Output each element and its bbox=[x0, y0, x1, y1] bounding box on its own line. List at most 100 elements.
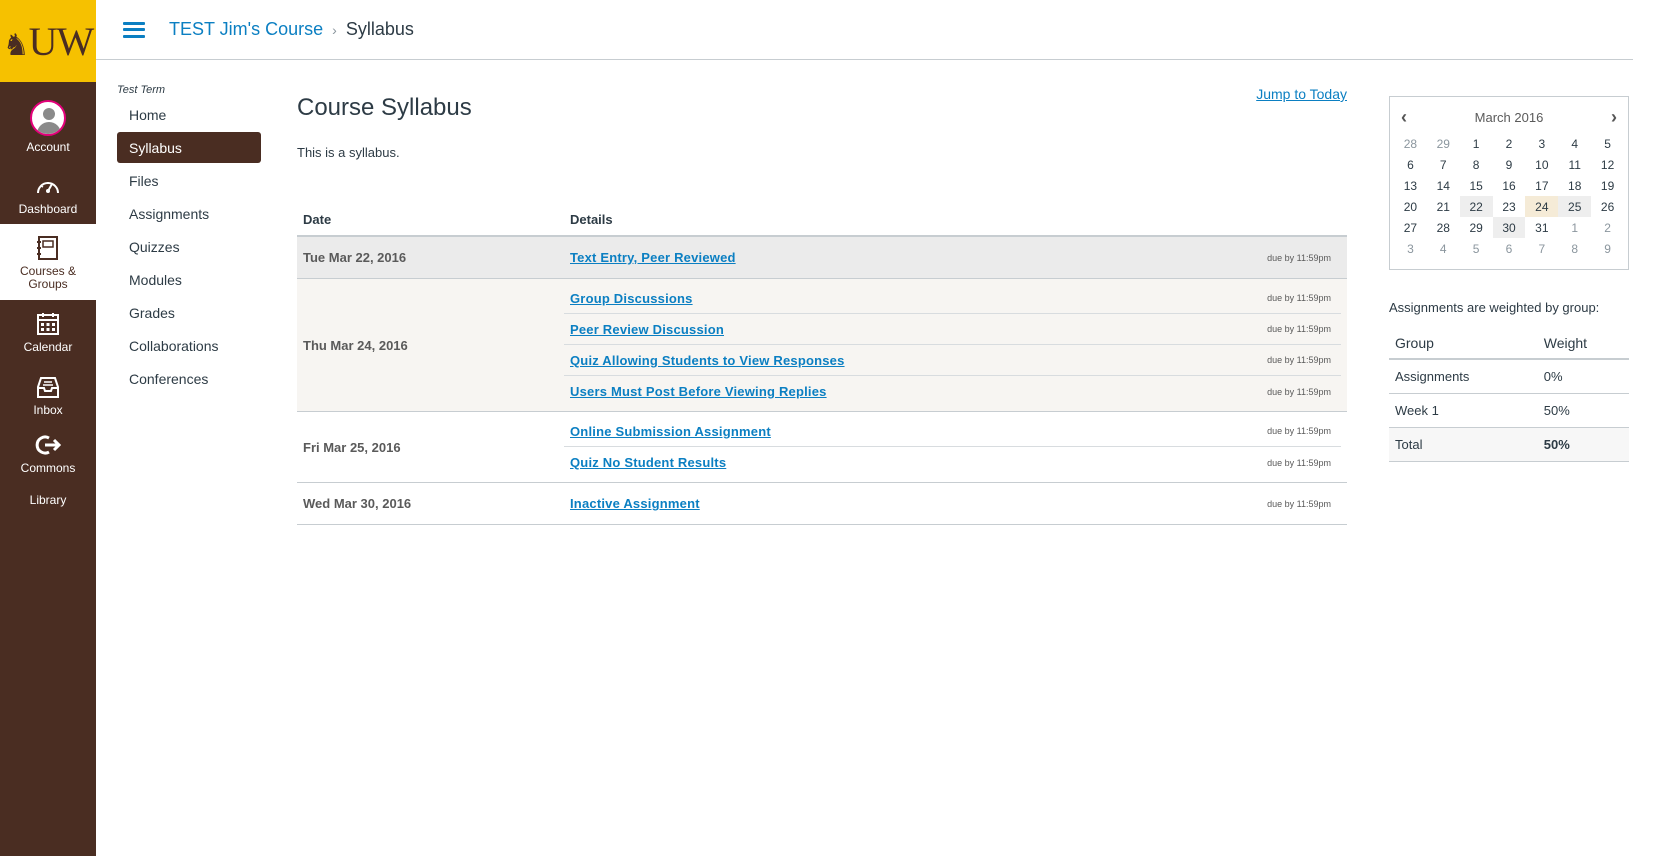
chevron-left-icon[interactable]: ‹ bbox=[1396, 107, 1412, 128]
calendar-day[interactable]: 19 bbox=[1591, 175, 1624, 196]
jump-to-today-link[interactable]: Jump to Today bbox=[1256, 86, 1347, 102]
group-date: Thu Mar 24, 2016 bbox=[303, 337, 408, 353]
hamburger-menu-icon[interactable] bbox=[123, 21, 145, 38]
page-title: Course Syllabus bbox=[297, 94, 472, 121]
due-text: due by 11:59pm bbox=[1267, 498, 1331, 509]
calendar-day[interactable]: 13 bbox=[1394, 175, 1427, 196]
assignment-link[interactable]: Peer Review Discussion bbox=[570, 322, 724, 337]
course-nav-assignments[interactable]: Assignments bbox=[117, 198, 261, 229]
nav-inbox-label: Inbox bbox=[33, 403, 63, 417]
syllabus-table: Date Details Tue Mar 22, 2016 Text Entry… bbox=[297, 212, 1347, 525]
due-text: due by 11:59pm bbox=[1267, 252, 1331, 263]
course-nav-modules[interactable]: Modules bbox=[117, 264, 261, 295]
calendar-day[interactable]: 14 bbox=[1427, 175, 1460, 196]
breadcrumb-course-link[interactable]: TEST Jim's Course bbox=[169, 19, 323, 40]
bucking-horse-icon: ♞ bbox=[2, 28, 30, 62]
calendar-day[interactable]: 10 bbox=[1525, 154, 1558, 175]
weights-group-header: Group bbox=[1389, 327, 1538, 360]
nav-library[interactable]: Library bbox=[0, 480, 96, 520]
calendar-day[interactable]: 24 bbox=[1525, 196, 1559, 217]
calendar-day[interactable]: 30 bbox=[1492, 217, 1526, 238]
calendar-day[interactable]: 21 bbox=[1427, 196, 1460, 217]
calendar-day[interactable]: 5 bbox=[1591, 133, 1624, 154]
calendar-day[interactable]: 29 bbox=[1427, 133, 1460, 154]
due-text: due by 11:59pm bbox=[1267, 355, 1331, 365]
group-date: Fri Mar 25, 2016 bbox=[303, 439, 401, 455]
nav-dashboard[interactable]: Dashboard bbox=[0, 160, 96, 220]
assignment-link[interactable]: Text Entry, Peer Reviewed bbox=[570, 250, 736, 265]
calendar-day[interactable]: 3 bbox=[1394, 238, 1427, 259]
global-nav: ♞UW Account Dashboard Courses & Groups C… bbox=[0, 0, 96, 856]
calendar-day[interactable]: 8 bbox=[1558, 238, 1591, 259]
assignment-link[interactable]: Users Must Post Before Viewing Replies bbox=[570, 384, 827, 399]
course-nav-conferences[interactable]: Conferences bbox=[117, 363, 261, 394]
calendar-day[interactable]: 1 bbox=[1460, 133, 1493, 154]
assignment-link[interactable]: Online Submission Assignment bbox=[570, 424, 771, 439]
calendar-day[interactable]: 7 bbox=[1525, 238, 1558, 259]
assignment-link[interactable]: Quiz No Student Results bbox=[570, 455, 726, 470]
calendar-day[interactable]: 5 bbox=[1460, 238, 1493, 259]
calendar-day[interactable]: 2 bbox=[1591, 217, 1624, 238]
nav-account-label: Account bbox=[26, 140, 70, 154]
calendar-day[interactable]: 12 bbox=[1591, 154, 1624, 175]
assignment-row: Text Entry, Peer Reviewed due by 11:59pm bbox=[564, 241, 1341, 274]
calendar-day[interactable]: 6 bbox=[1394, 154, 1427, 175]
assignment-link[interactable]: Quiz Allowing Students to View Responses bbox=[570, 353, 845, 368]
calendar-day[interactable]: 1 bbox=[1558, 217, 1591, 238]
calendar-day[interactable]: 23 bbox=[1493, 196, 1526, 217]
group-date: Wed Mar 30, 2016 bbox=[303, 496, 412, 511]
course-term: Test Term bbox=[117, 84, 166, 96]
calendar-day[interactable]: 4 bbox=[1558, 133, 1591, 154]
assignment-link[interactable]: Group Discussions bbox=[570, 291, 693, 306]
syllabus-date-group: Thu Mar 24, 2016 Group Discussions due b… bbox=[297, 278, 1347, 412]
nav-inbox[interactable]: Inbox bbox=[0, 364, 96, 426]
course-nav-home[interactable]: Home bbox=[117, 99, 261, 130]
course-nav-grades[interactable]: Grades bbox=[117, 297, 261, 328]
calendar-day[interactable]: 28 bbox=[1427, 217, 1460, 238]
assignment-row: Group Discussions due by 11:59pm bbox=[564, 283, 1341, 314]
commons-icon bbox=[34, 431, 62, 459]
calendar-day[interactable]: 4 bbox=[1427, 238, 1460, 259]
calendar-day[interactable]: 7 bbox=[1427, 154, 1460, 175]
calendar-day[interactable]: 31 bbox=[1525, 217, 1558, 238]
breadcrumb-current: Syllabus bbox=[345, 19, 414, 39]
nav-courses[interactable]: Courses & Groups bbox=[0, 224, 96, 300]
calendar-day[interactable]: 8 bbox=[1460, 154, 1493, 175]
nav-commons[interactable]: Commons bbox=[0, 426, 96, 480]
calendar-day[interactable]: 25 bbox=[1558, 196, 1592, 217]
calendar-day[interactable]: 15 bbox=[1460, 175, 1493, 196]
nav-account[interactable]: Account bbox=[0, 94, 96, 160]
calendar-month: March 2016 bbox=[1474, 109, 1544, 125]
weights-table: Group Weight Assignments 0% Week 1 50% T… bbox=[1389, 327, 1629, 462]
calendar-day[interactable]: 9 bbox=[1493, 154, 1526, 175]
calendar-day[interactable]: 17 bbox=[1525, 175, 1558, 196]
uw-logo[interactable]: ♞UW bbox=[0, 0, 96, 82]
due-text: due by 11:59pm bbox=[1267, 293, 1331, 303]
course-nav-collaborations[interactable]: Collaborations bbox=[117, 330, 261, 361]
assignment-row: Quiz Allowing Students to View Responses… bbox=[564, 345, 1341, 376]
due-text: due by 11:59pm bbox=[1267, 386, 1331, 397]
calendar-day[interactable]: 29 bbox=[1460, 217, 1493, 238]
calendar-day[interactable]: 27 bbox=[1394, 217, 1427, 238]
course-nav-syllabus[interactable]: Syllabus bbox=[117, 132, 261, 163]
breadcrumb-separator-icon: › bbox=[332, 21, 337, 38]
calendar-day[interactable]: 2 bbox=[1493, 133, 1526, 154]
assignment-link[interactable]: Inactive Assignment bbox=[570, 496, 700, 511]
course-nav-quizzes[interactable]: Quizzes bbox=[117, 231, 261, 262]
calendar-days: 28 29 1 2 3 4 5 6 7 8 9 10 11 12 13 14 15 16 17 18 19 20 21 22 2… bbox=[1390, 133, 1628, 259]
course-nav-files[interactable]: Files bbox=[117, 165, 261, 196]
calendar-day[interactable]: 6 bbox=[1493, 238, 1526, 259]
date-column-header: Date bbox=[297, 212, 564, 237]
chevron-right-icon[interactable]: › bbox=[1606, 107, 1622, 128]
calendar-day[interactable]: 3 bbox=[1525, 133, 1558, 154]
calendar-day[interactable]: 11 bbox=[1558, 154, 1591, 175]
avatar-icon bbox=[30, 100, 66, 136]
calendar-day[interactable]: 28 bbox=[1394, 133, 1427, 154]
calendar-day[interactable]: 9 bbox=[1591, 238, 1624, 259]
calendar-day[interactable]: 16 bbox=[1493, 175, 1526, 196]
calendar-day[interactable]: 22 bbox=[1459, 196, 1493, 217]
calendar-day[interactable]: 20 bbox=[1394, 196, 1427, 217]
nav-calendar[interactable]: Calendar bbox=[0, 300, 96, 364]
calendar-day[interactable]: 18 bbox=[1558, 175, 1591, 196]
calendar-day[interactable]: 26 bbox=[1591, 196, 1624, 217]
